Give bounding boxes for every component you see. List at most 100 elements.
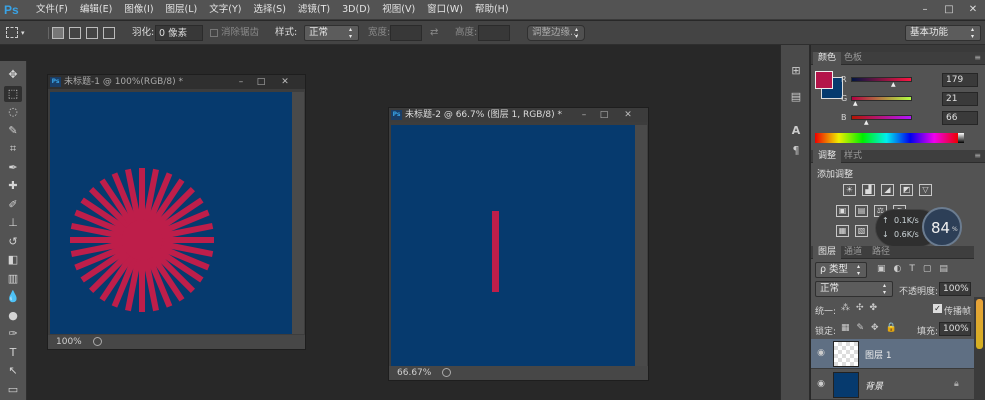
menu-item[interactable]: 帮助(H) xyxy=(469,0,515,20)
adjust-filter-icon[interactable]: ◐ xyxy=(894,264,902,274)
document-canvas[interactable] xyxy=(391,125,635,367)
eye-icon[interactable]: ◉ xyxy=(815,379,827,389)
levels-icon[interactable]: ▟ xyxy=(862,184,875,196)
menu-item[interactable]: 文字(Y) xyxy=(203,0,247,20)
menu-item[interactable]: 3D(D) xyxy=(336,0,376,20)
dodge-tool-icon[interactable]: ● xyxy=(4,308,22,324)
restore-button[interactable]: □ xyxy=(937,0,961,20)
crop-tool-icon[interactable]: ⌗ xyxy=(4,141,22,157)
slider-handle-icon[interactable]: ▲ xyxy=(864,119,869,126)
healing-tool-icon[interactable]: ✚ xyxy=(4,178,22,194)
subtract-selection-icon[interactable] xyxy=(86,27,98,39)
shape-filter-icon[interactable]: ▢ xyxy=(923,264,932,274)
bw-ramp[interactable] xyxy=(958,133,964,143)
channel-slider[interactable] xyxy=(851,115,912,120)
channel-value-input[interactable]: 21 xyxy=(942,92,978,106)
document-window-2[interactable]: Ps 未标题-2 @ 66.7% (图层 1, RGB/8) * – □ ✕ 6… xyxy=(388,107,649,381)
tab-paths[interactable]: 路径 xyxy=(867,246,895,259)
eyedropper-tool-icon[interactable]: ✒ xyxy=(4,160,22,176)
minimize-button[interactable]: – xyxy=(576,108,592,122)
channel-value-input[interactable]: 179 xyxy=(942,73,978,87)
document-canvas[interactable] xyxy=(50,92,292,334)
move-tool-icon[interactable]: ✥ xyxy=(4,67,22,83)
smart-filter-icon[interactable]: ▤ xyxy=(939,264,948,274)
exposure-icon[interactable]: ◩ xyxy=(900,184,913,196)
close-button[interactable]: ✕ xyxy=(961,0,985,20)
menu-item[interactable]: 滤镜(T) xyxy=(292,0,336,20)
zoom-level[interactable]: 100% xyxy=(56,337,82,347)
layer-row[interactable]: ◉ 图层 1 xyxy=(811,339,974,369)
document-title-bar[interactable]: Ps 未标题-2 @ 66.7% (图层 1, RGB/8) * – □ ✕ xyxy=(389,108,648,122)
document-title-bar[interactable]: Ps 未标题-1 @ 100%(RGB/8) * – □ ✕ xyxy=(48,75,305,89)
tab-adjustments[interactable]: 调整 xyxy=(813,150,842,163)
clone-stamp-tool-icon[interactable]: ⊥ xyxy=(4,215,22,231)
actions-icon[interactable]: ▤ xyxy=(788,89,804,105)
menu-item[interactable]: 图像(I) xyxy=(118,0,159,20)
type-tool-icon[interactable]: T xyxy=(4,345,22,361)
eye-icon[interactable]: ◉ xyxy=(815,348,827,358)
layer-filter-select[interactable]: ρ 类型 xyxy=(815,262,867,278)
blur-tool-icon[interactable]: 💧 xyxy=(4,289,22,305)
tab-color[interactable]: 颜色 xyxy=(813,52,842,65)
triangle-icon[interactable]: ▽ xyxy=(919,184,932,196)
intersect-selection-icon[interactable] xyxy=(103,27,115,39)
color-spectrum[interactable] xyxy=(815,133,958,143)
propagate-checkbox[interactable]: ✓ xyxy=(933,304,942,313)
layer-name[interactable]: 图层 1 xyxy=(865,348,892,361)
scrollbar-thumb[interactable] xyxy=(976,299,983,349)
path-select-tool-icon[interactable]: ↖ xyxy=(4,363,22,379)
eraser-tool-icon[interactable]: ◧ xyxy=(4,252,22,268)
pixel-filter-icon[interactable]: ▣ xyxy=(877,264,886,274)
close-button[interactable]: ✕ xyxy=(277,75,293,89)
style-select[interactable]: 正常 xyxy=(304,25,359,41)
tab-swatches[interactable]: 色板 xyxy=(839,52,867,65)
menu-item[interactable]: 文件(F) xyxy=(30,0,74,20)
menu-item[interactable]: 选择(S) xyxy=(247,0,291,20)
panel-scrollbar[interactable] xyxy=(974,297,985,400)
channel-slider[interactable] xyxy=(851,77,912,82)
tab-channels[interactable]: 通道 xyxy=(839,246,867,259)
panel-menu-icon[interactable]: ≡ xyxy=(974,53,981,62)
gradient-tool-icon[interactable]: ▥ xyxy=(4,271,22,287)
foreground-color-swatch[interactable] xyxy=(815,71,833,89)
history-icon[interactable]: ⊞ xyxy=(788,63,804,79)
feather-input[interactable]: 0 像素 xyxy=(155,25,203,41)
panel-menu-icon[interactable]: ≡ xyxy=(974,151,981,160)
tab-layers[interactable]: 图层 xyxy=(813,246,842,259)
menu-item[interactable]: 窗口(W) xyxy=(421,0,469,20)
brush-tool-icon[interactable]: ✐ xyxy=(4,197,22,213)
refine-edge-button[interactable]: 调整边缘... xyxy=(527,25,585,41)
unify-icons[interactable]: ⁂✣✤ xyxy=(841,303,883,313)
zoom-level[interactable]: 66.67% xyxy=(397,368,431,378)
net-usage-gauge[interactable]: 84 % xyxy=(922,207,962,247)
quick-select-tool-icon[interactable]: ✎ xyxy=(4,123,22,139)
history-brush-tool-icon[interactable]: ↺ xyxy=(4,234,22,250)
type-filter-icon[interactable]: T xyxy=(909,264,915,274)
fill-input[interactable]: 100% xyxy=(939,322,971,336)
layer-name[interactable]: 背景 xyxy=(865,379,883,392)
paragraph-icon[interactable]: ¶ xyxy=(788,143,804,159)
menu-item[interactable]: 图层(L) xyxy=(160,0,204,20)
add-selection-icon[interactable] xyxy=(69,27,81,39)
workspace-select[interactable]: 基本功能 xyxy=(905,25,981,41)
vibrance-icon[interactable]: ▣ xyxy=(836,205,849,217)
close-button[interactable]: ✕ xyxy=(620,108,636,122)
posterize-icon[interactable]: ▧ xyxy=(855,225,868,237)
menu-item[interactable]: 视图(V) xyxy=(376,0,421,20)
slider-handle-icon[interactable]: ▲ xyxy=(891,81,896,88)
shape-tool-icon[interactable]: ▭ xyxy=(4,382,22,398)
swap-icon[interactable]: ⇄ xyxy=(430,25,438,41)
blend-mode-select[interactable]: 正常 xyxy=(815,281,893,297)
doc-info-icon[interactable] xyxy=(92,337,102,346)
pen-tool-icon[interactable]: ✑ xyxy=(4,326,22,342)
channel-slider[interactable] xyxy=(851,96,912,101)
doc-info-icon[interactable] xyxy=(442,368,452,377)
lasso-tool-icon[interactable]: ◌ xyxy=(4,104,22,120)
curves-icon[interactable]: ◢ xyxy=(881,184,894,196)
hue-sat-icon[interactable]: ▤ xyxy=(855,205,868,217)
slider-handle-icon[interactable]: ▲ xyxy=(853,100,858,107)
tool-preset-picker[interactable]: ▾ xyxy=(6,25,40,41)
marquee-tool-icon[interactable]: ⬚ xyxy=(4,85,22,102)
lock-icons[interactable]: ▦✎✥🔒 xyxy=(841,323,904,333)
antialias-checkbox[interactable] xyxy=(210,29,218,37)
